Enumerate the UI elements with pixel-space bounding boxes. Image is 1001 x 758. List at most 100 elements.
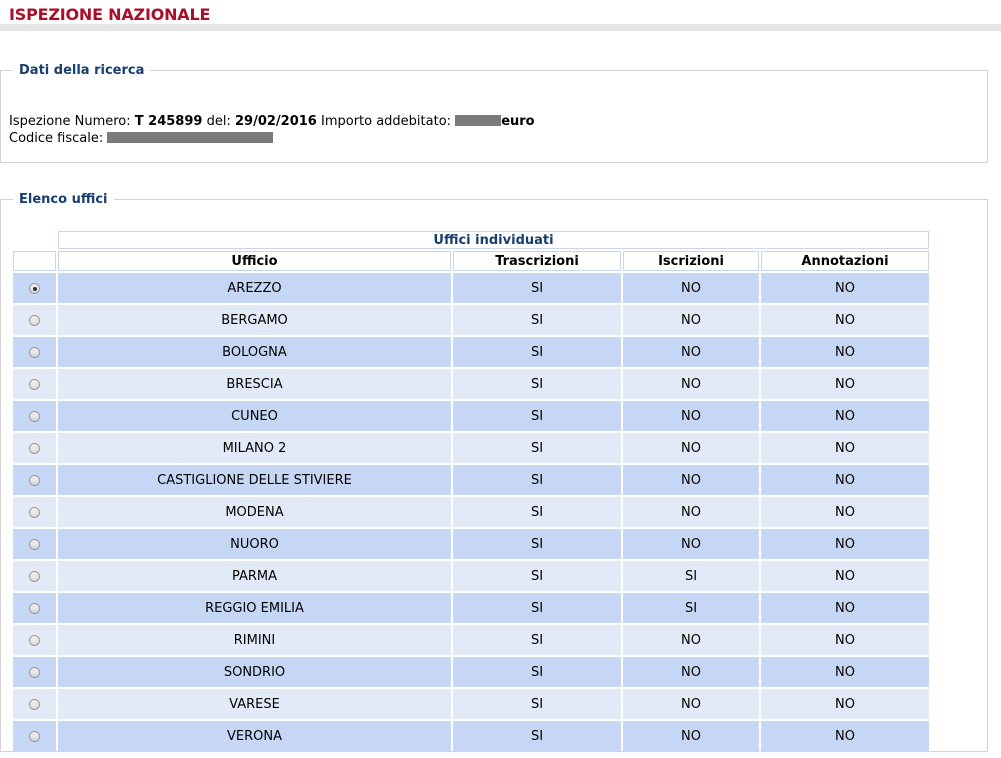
office-name-cell: RIMINI: [58, 625, 451, 655]
office-radio-button[interactable]: [29, 602, 40, 614]
office-name-cell: CASTIGLIONE DELLE STIVIERE: [58, 465, 451, 495]
select-cell[interactable]: [13, 401, 56, 431]
office-radio-button[interactable]: [29, 570, 40, 582]
table-row[interactable]: AREZZO SI NO NO: [13, 273, 929, 303]
trascrizioni-cell: SI: [453, 561, 621, 591]
iscrizioni-cell: NO: [623, 497, 759, 527]
fiscal-code-redacted: [107, 132, 274, 143]
trascrizioni-cell: SI: [453, 689, 621, 719]
trascrizioni-cell: SI: [453, 465, 621, 495]
trascrizioni-cell: SI: [453, 337, 621, 367]
office-radio-button[interactable]: [29, 698, 40, 710]
annotazioni-cell: NO: [761, 497, 929, 527]
office-name-cell: BOLOGNA: [58, 337, 451, 367]
office-name-cell: PARMA: [58, 561, 451, 591]
office-name-cell: MILANO 2: [58, 433, 451, 463]
table-row[interactable]: REGGIO EMILIA SI SI NO: [13, 593, 929, 623]
office-name-cell: AREZZO: [58, 273, 451, 303]
trascrizioni-cell: SI: [453, 497, 621, 527]
select-cell[interactable]: [13, 593, 56, 623]
trascrizioni-cell: SI: [453, 305, 621, 335]
table-row[interactable]: RIMINI SI NO NO: [13, 625, 929, 655]
annotazioni-cell: NO: [761, 401, 929, 431]
iscrizioni-cell: NO: [623, 529, 759, 559]
office-name-cell: NUORO: [58, 529, 451, 559]
annotazioni-cell: NO: [761, 273, 929, 303]
iscrizioni-cell: NO: [623, 657, 759, 687]
annotazioni-cell: NO: [761, 593, 929, 623]
trascrizioni-cell: SI: [453, 273, 621, 303]
select-cell[interactable]: [13, 273, 56, 303]
office-radio-button[interactable]: [29, 666, 40, 678]
inspection-info-line: Ispezione Numero: T 245899 del: 29/02/20…: [9, 114, 535, 129]
office-radio-button[interactable]: [29, 410, 40, 422]
office-radio-button[interactable]: [29, 442, 40, 454]
select-cell[interactable]: [13, 625, 56, 655]
select-cell[interactable]: [13, 433, 56, 463]
trascrizioni-cell: SI: [453, 369, 621, 399]
inspection-date-label: del:: [206, 114, 231, 129]
office-name-cell: CUNEO: [58, 401, 451, 431]
select-cell[interactable]: [13, 369, 56, 399]
office-radio-button[interactable]: [29, 378, 40, 390]
iscrizioni-cell: SI: [623, 593, 759, 623]
office-radio-button[interactable]: [29, 506, 40, 518]
table-row[interactable]: BRESCIA SI NO NO: [13, 369, 929, 399]
office-radio-button[interactable]: [29, 474, 40, 486]
offices-caption: Uffici individuati: [58, 231, 929, 249]
office-name-cell: BERGAMO: [58, 305, 451, 335]
select-cell[interactable]: [13, 529, 56, 559]
iscrizioni-cell: NO: [623, 465, 759, 495]
select-cell[interactable]: [13, 465, 56, 495]
table-row[interactable]: PARMA SI SI NO: [13, 561, 929, 591]
annotazioni-cell: NO: [761, 529, 929, 559]
table-row[interactable]: BERGAMO SI NO NO: [13, 305, 929, 335]
annotazioni-cell: NO: [761, 657, 929, 687]
iscrizioni-cell: NO: [623, 689, 759, 719]
office-radio-button[interactable]: [29, 314, 40, 326]
select-cell[interactable]: [13, 337, 56, 367]
select-cell[interactable]: [13, 657, 56, 687]
table-row[interactable]: SONDRIO SI NO NO: [13, 657, 929, 687]
table-row[interactable]: VERONA SI NO NO: [13, 721, 929, 751]
annotazioni-cell: NO: [761, 305, 929, 335]
amount-unit: euro: [501, 114, 535, 129]
table-row[interactable]: MODENA SI NO NO: [13, 497, 929, 527]
table-row[interactable]: CASTIGLIONE DELLE STIVIERE SI NO NO: [13, 465, 929, 495]
table-row[interactable]: MILANO 2 SI NO NO: [13, 433, 929, 463]
table-row[interactable]: CUNEO SI NO NO: [13, 401, 929, 431]
office-radio-button[interactable]: [29, 730, 40, 742]
office-radio-button[interactable]: [29, 538, 40, 550]
trascrizioni-cell: SI: [453, 401, 621, 431]
office-name-cell: VERONA: [58, 721, 451, 751]
iscrizioni-cell: NO: [623, 337, 759, 367]
trascrizioni-cell: SI: [453, 721, 621, 751]
office-name-cell: BRESCIA: [58, 369, 451, 399]
select-cell[interactable]: [13, 497, 56, 527]
office-radio-button[interactable]: [29, 282, 40, 294]
inspection-number-value: T 245899: [134, 114, 203, 129]
annotazioni-cell: NO: [761, 689, 929, 719]
fiscal-code-line: Codice fiscale:: [9, 131, 274, 146]
iscrizioni-cell: NO: [623, 625, 759, 655]
select-cell[interactable]: [13, 689, 56, 719]
trascrizioni-cell: SI: [453, 657, 621, 687]
office-radio-button[interactable]: [29, 634, 40, 646]
office-name-cell: REGGIO EMILIA: [58, 593, 451, 623]
select-cell[interactable]: [13, 561, 56, 591]
page-title: ISPEZIONE NAZIONALE: [9, 5, 211, 24]
annotazioni-cell: NO: [761, 625, 929, 655]
select-cell[interactable]: [13, 721, 56, 751]
office-radio-button[interactable]: [29, 346, 40, 358]
iscrizioni-cell: SI: [623, 561, 759, 591]
table-row[interactable]: VARESE SI NO NO: [13, 689, 929, 719]
offices-legend: Elenco uffici: [19, 192, 108, 207]
fiscal-code-label: Codice fiscale:: [9, 131, 104, 146]
table-row[interactable]: BOLOGNA SI NO NO: [13, 337, 929, 367]
annotazioni-cell: NO: [761, 433, 929, 463]
trascrizioni-cell: SI: [453, 593, 621, 623]
table-row[interactable]: NUORO SI NO NO: [13, 529, 929, 559]
select-cell[interactable]: [13, 305, 56, 335]
title-divider: [0, 24, 1001, 31]
offices-table: Uffici individuati Ufficio Trascrizioni …: [11, 229, 931, 753]
